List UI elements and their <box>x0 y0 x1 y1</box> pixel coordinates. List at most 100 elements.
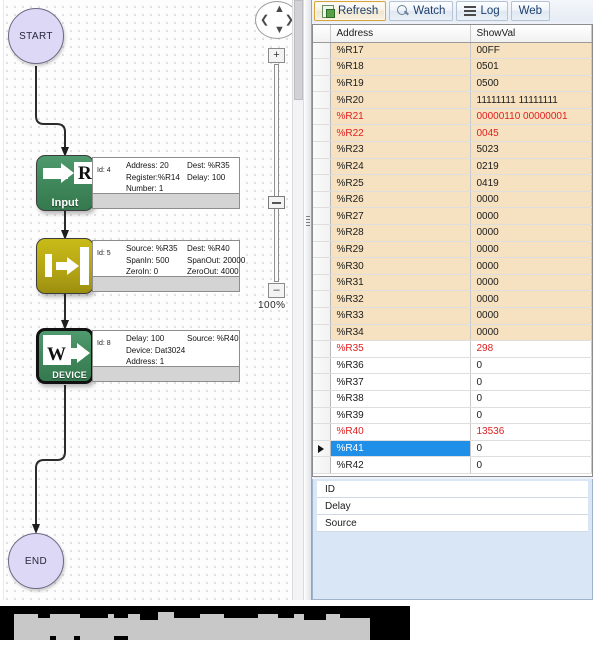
canvas-vertical-scrollbar[interactable] <box>292 0 304 600</box>
column-header-indicator[interactable] <box>313 25 331 43</box>
row-indicator-cell[interactable] <box>313 174 331 192</box>
cell-showval[interactable]: 0419 <box>470 174 592 192</box>
pane-splitter[interactable] <box>304 0 312 600</box>
row-indicator-cell[interactable] <box>313 357 331 375</box>
table-row[interactable]: %R24 0219 <box>313 158 592 176</box>
row-indicator-cell[interactable] <box>313 340 331 358</box>
cell-showval[interactable]: 0 <box>470 390 592 408</box>
cell-showval[interactable]: 0000 <box>470 307 592 325</box>
table-row[interactable]: %R29 0000 <box>313 241 592 259</box>
cell-showval[interactable]: 0000 <box>470 191 592 209</box>
property-row-source[interactable]: Source <box>317 515 588 532</box>
cell-address[interactable]: %R21 <box>330 108 471 126</box>
table-row[interactable]: %R17 00FF <box>313 42 592 60</box>
node-start[interactable]: START <box>8 8 64 64</box>
canvas-scrollbar-thumb[interactable] <box>294 0 303 100</box>
table-row[interactable]: %R30 0000 <box>313 257 592 275</box>
property-row-delay[interactable]: Delay <box>317 498 588 515</box>
zoom-slider[interactable]: + – <box>267 48 286 298</box>
cell-address[interactable]: %R34 <box>330 324 471 342</box>
cell-showval[interactable]: 0501 <box>470 58 592 76</box>
cell-showval[interactable]: 0000 <box>470 257 592 275</box>
cell-showval[interactable]: 0045 <box>470 124 592 143</box>
cell-address[interactable]: %R39 <box>330 407 471 425</box>
cell-address[interactable]: %R38 <box>330 390 471 408</box>
cell-address[interactable]: %R37 <box>330 373 471 391</box>
cell-showval[interactable]: 0000 <box>470 207 592 226</box>
cell-address[interactable]: %R30 <box>330 257 471 275</box>
cell-address[interactable]: %R28 <box>330 224 471 242</box>
cell-showval[interactable]: 13536 <box>470 423 592 441</box>
row-indicator-cell[interactable] <box>313 241 331 259</box>
row-indicator-cell[interactable] <box>313 274 331 292</box>
cell-address[interactable]: %R27 <box>330 207 471 226</box>
row-indicator-cell[interactable] <box>313 456 331 474</box>
zoom-out-button[interactable]: – <box>268 283 285 298</box>
cell-address[interactable]: %R42 <box>330 456 471 474</box>
table-row[interactable]: %R37 0 <box>313 373 592 391</box>
cell-address[interactable]: %R24 <box>330 158 471 176</box>
table-row[interactable]: %R25 0419 <box>313 174 592 192</box>
table-row[interactable]: %R28 0000 <box>313 224 592 242</box>
row-indicator-cell[interactable] <box>313 290 331 308</box>
cell-showval[interactable]: 0000 <box>470 241 592 259</box>
table-row[interactable]: %R20 11111111 11111111 <box>313 91 592 109</box>
row-indicator-cell[interactable] <box>313 307 331 325</box>
table-row[interactable]: %R33 0000 <box>313 307 592 325</box>
cell-address[interactable]: %R26 <box>330 191 471 209</box>
row-indicator-cell[interactable] <box>313 58 331 76</box>
web-button[interactable]: Web <box>510 1 551 21</box>
cell-address[interactable]: %R36 <box>330 357 471 375</box>
row-indicator-cell[interactable] <box>313 257 331 275</box>
log-button[interactable]: Log <box>456 1 508 21</box>
table-row[interactable]: %R18 0501 <box>313 58 592 76</box>
column-header-address[interactable]: Address <box>330 25 471 43</box>
table-row[interactable]: %R40 13536 <box>313 423 592 441</box>
cell-showval[interactable]: 0 <box>470 373 592 391</box>
table-row[interactable]: %R23 5023 <box>313 141 592 159</box>
row-indicator-cell[interactable] <box>313 440 331 458</box>
watch-button[interactable]: Watch <box>389 1 454 21</box>
table-row[interactable]: %R35 298 <box>313 340 592 358</box>
node-end[interactable]: END <box>8 533 64 589</box>
row-indicator-cell[interactable] <box>313 407 331 425</box>
table-row[interactable]: %R31 0000 <box>313 274 592 292</box>
table-row[interactable]: %R42 0 <box>313 456 592 474</box>
node-scale[interactable]: Id: 5 Source: %R35 SpanIn: 500 ZeroIn: 0… <box>36 238 266 296</box>
cell-address[interactable]: %R32 <box>330 290 471 308</box>
cell-showval[interactable]: 5023 <box>470 141 592 159</box>
refresh-button[interactable]: Refresh <box>314 1 387 21</box>
pan-right-icon[interactable]: ❯ <box>285 15 292 26</box>
table-row[interactable]: %R27 0000 <box>313 207 592 226</box>
row-indicator-cell[interactable] <box>313 91 331 109</box>
table-row[interactable]: %R26 0000 <box>313 191 592 209</box>
cell-showval[interactable]: 11111111 11111111 <box>470 91 592 109</box>
cell-address[interactable]: %R25 <box>330 174 471 192</box>
cell-showval[interactable]: 0 <box>470 357 592 375</box>
cell-address[interactable]: %R41 <box>330 440 471 458</box>
row-indicator-cell[interactable] <box>313 141 331 159</box>
cell-showval[interactable]: 298 <box>470 340 592 358</box>
cell-address[interactable]: %R31 <box>330 274 471 292</box>
table-row[interactable]: %R36 0 <box>313 357 592 375</box>
node-write-device[interactable]: W DEVICE Id: 8 Delay: 100 Device: Dat302… <box>36 328 266 386</box>
row-indicator-cell[interactable] <box>313 423 331 441</box>
cell-showval[interactable]: 0000 <box>470 290 592 308</box>
property-row-id[interactable]: ID <box>317 481 588 498</box>
cell-address[interactable]: %R40 <box>330 423 471 441</box>
pan-down-icon[interactable]: ▼ <box>274 25 285 36</box>
table-row[interactable]: %R22 0045 <box>313 124 592 143</box>
pan-left-icon[interactable]: ❮ <box>260 15 269 26</box>
row-indicator-cell[interactable] <box>313 158 331 176</box>
cell-showval[interactable]: 0 <box>470 440 592 458</box>
zoom-slider-thumb[interactable] <box>267 196 285 209</box>
cell-showval[interactable]: 00FF <box>470 42 592 60</box>
zoom-slider-track[interactable] <box>274 64 279 282</box>
cell-showval[interactable]: 0000 <box>470 274 592 292</box>
row-indicator-cell[interactable] <box>313 373 331 391</box>
row-indicator-cell[interactable] <box>313 75 331 93</box>
cell-address[interactable]: %R33 <box>330 307 471 325</box>
cell-showval[interactable]: 0000 <box>470 324 592 342</box>
cell-showval[interactable]: 0 <box>470 456 592 474</box>
row-indicator-cell[interactable] <box>313 324 331 342</box>
